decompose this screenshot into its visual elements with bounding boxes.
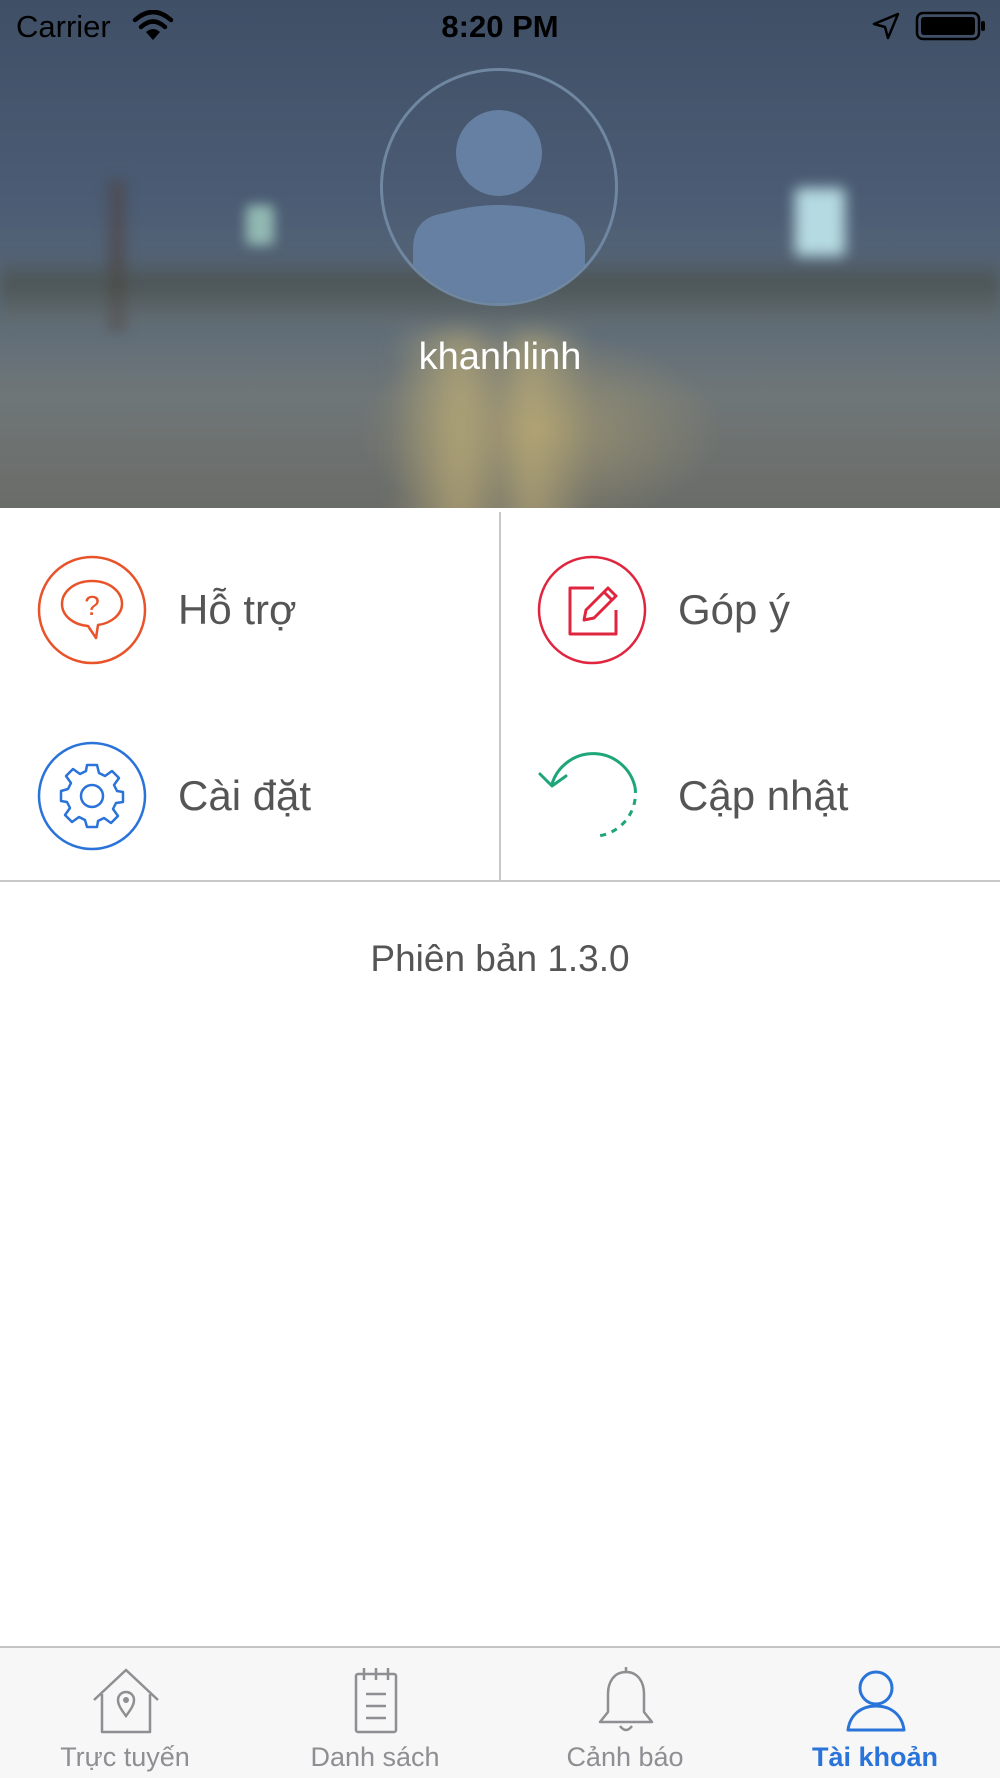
tab-bar: Trực tuyến Danh sách Cảnh báo Tài khoản — [0, 1646, 1000, 1778]
tab-alerts-label: Cảnh báo — [566, 1742, 684, 1772]
bell-icon — [598, 1667, 654, 1732]
feedback-menu-item[interactable]: Góp ý — [536, 550, 996, 670]
background-sign-right — [795, 188, 845, 256]
refresh-icon — [538, 752, 637, 838]
username: khanhlinh — [418, 336, 582, 378]
support-menu-item[interactable]: ? Hỗ trợ — [36, 550, 496, 670]
settings-label: Cài đặt — [178, 772, 312, 819]
avatar[interactable] — [380, 68, 618, 306]
support-label: Hỗ trợ — [178, 586, 297, 633]
tab-list[interactable]: Danh sách — [250, 1648, 500, 1778]
edit-icon — [537, 555, 647, 665]
location-arrow-icon — [872, 12, 900, 40]
gear-icon — [37, 741, 147, 851]
update-menu-item[interactable]: Cập nhật — [536, 736, 996, 856]
tab-online[interactable]: Trực tuyến — [0, 1648, 250, 1778]
tab-account-label: Tài khoản — [811, 1742, 939, 1772]
account-menu: ? Hỗ trợ Góp ý Cài đặt Cập nhật — [0, 508, 1000, 882]
status-bar: Carrier 8:20 PM — [0, 0, 1000, 52]
help-chat-icon: ? — [37, 555, 147, 665]
home-location-icon — [93, 1668, 159, 1734]
battery-icon — [915, 11, 985, 41]
feedback-label: Góp ý — [678, 586, 791, 633]
settings-menu-item[interactable]: Cài đặt — [36, 736, 496, 856]
tab-list-label: Danh sách — [310, 1742, 440, 1772]
avatar-placeholder-icon — [413, 110, 585, 303]
svg-text:?: ? — [84, 590, 100, 621]
app-version: Phiên bản 1.3.0 — [370, 938, 630, 979]
background-sign-left — [246, 205, 274, 245]
menu-divider — [499, 512, 501, 882]
update-label: Cập nhật — [678, 772, 849, 819]
tab-alerts[interactable]: Cảnh báo — [500, 1648, 750, 1778]
status-time: 8:20 PM — [441, 9, 559, 44]
user-icon — [846, 1670, 906, 1732]
tab-account[interactable]: Tài khoản — [750, 1648, 1000, 1778]
notepad-list-icon — [354, 1668, 398, 1734]
tab-online-label: Trực tuyến — [60, 1742, 190, 1772]
